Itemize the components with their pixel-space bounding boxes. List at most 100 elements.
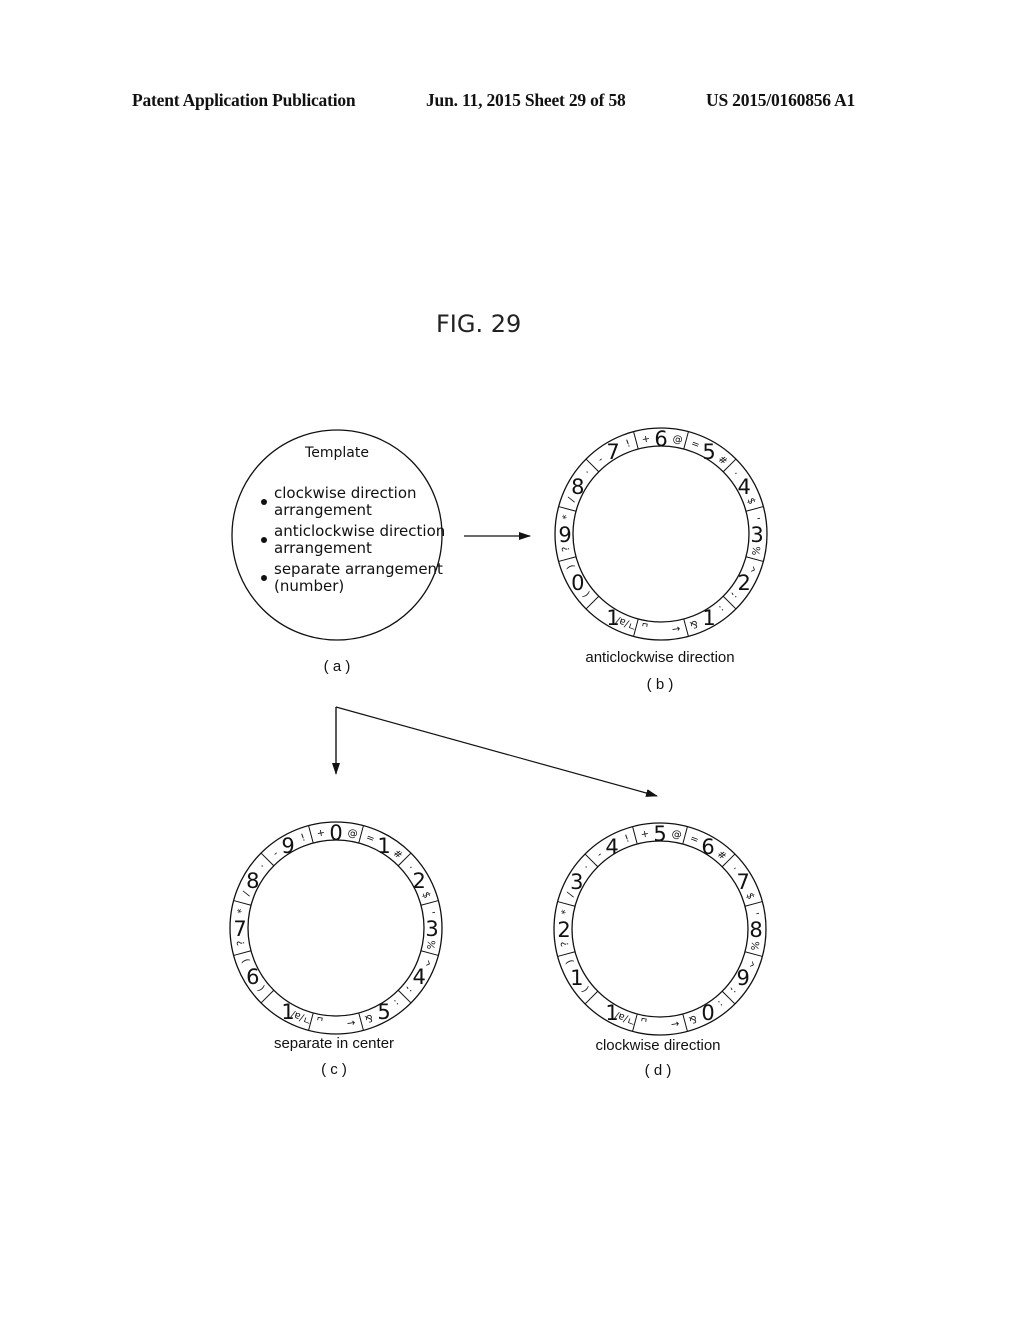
ring-key-segment[interactable]: ·2$	[405, 863, 432, 900]
ring-key-digit: 2	[557, 918, 570, 942]
ring-key-symbol: =	[689, 438, 701, 451]
ring-key-symbol: %	[424, 939, 436, 950]
ring-key-segment[interactable]: -4!	[595, 833, 631, 860]
ring-key-segment[interactable]: /3·	[565, 863, 592, 898]
ring-key-segment[interactable]: ?2*	[557, 909, 571, 947]
ring-key-symbol: &	[363, 1011, 374, 1024]
ring-segment-divider	[584, 990, 599, 1005]
panel-d-caption: clockwise direction	[595, 1037, 720, 1054]
ring-segment-divider	[721, 990, 736, 1005]
ring-key-segment[interactable]: ㄱ/a/1	[606, 606, 639, 632]
ring-key-digit: 7	[233, 917, 246, 941]
ring-segment-divider	[397, 989, 412, 1004]
figure-drawing: Template clockwise direction arrangement…	[229, 427, 768, 1079]
bullet-3-line-1: separate arrangement	[274, 560, 443, 578]
ring-key-digit: 6	[246, 965, 259, 989]
ring-key-symbol: +	[641, 434, 651, 446]
arrow-a-to-d	[335, 706, 658, 797]
ring-key-symbol: %	[748, 940, 760, 951]
ring-key-segment[interactable]: :1&	[688, 603, 726, 630]
ring-key-segment[interactable]: ·7$	[729, 864, 756, 901]
ring-key-symbol: :	[716, 603, 726, 614]
ring-segment-divider	[358, 825, 364, 844]
ring-key-digit: 2	[412, 869, 425, 893]
ring-key-symbol: #	[716, 454, 729, 468]
ring-segment-divider	[632, 826, 638, 845]
panel-b-keyboard-ring: +6 @ = 5 #·4$'3%^2;:1&←␣ㄱ/a/1(0)?9*/8·- 7!	[554, 427, 768, 641]
ring-key-digit: 1	[377, 834, 390, 858]
ring-key-digit: 1	[570, 966, 583, 990]
ring-key-segment[interactable]: ←␣	[639, 1017, 680, 1029]
template-heading: Template	[304, 445, 369, 461]
ring-key-digit: 8	[571, 475, 584, 499]
ring-key-symbol: *	[236, 908, 248, 915]
ring-key-segment[interactable]: (6)	[240, 957, 267, 993]
ring-key-segment[interactable]: ' 3%	[424, 911, 439, 950]
ring-segment-divider	[557, 951, 576, 957]
ring-key-digit: 8	[749, 918, 762, 942]
ring-segment-divider	[233, 950, 252, 956]
bullet-1-line-2: arrangement	[274, 501, 372, 519]
ring-key-digit: 6	[701, 835, 714, 859]
ring-key-segment[interactable]: (0)	[565, 563, 592, 599]
ring-key-segment[interactable]: /8·	[566, 468, 593, 503]
ring-key-segment[interactable]: :0&	[687, 998, 725, 1025]
panel-b-label: ( b )	[647, 676, 674, 693]
bullet-2-line-2: arrangement	[274, 539, 372, 557]
ring-key-symbol: &	[688, 617, 699, 630]
ring-segment-divider	[584, 853, 599, 868]
ring-key-segment[interactable]: ' 8%	[748, 912, 763, 951]
ring-segment-divider	[260, 852, 275, 867]
ring-key-symbol: !	[624, 833, 632, 845]
ring-key-symbol: +	[640, 829, 650, 841]
ring-key-segment[interactable]: :5&	[363, 997, 401, 1024]
ring-segment-divider	[682, 826, 688, 845]
ring-segment-divider	[308, 825, 314, 844]
panel-a-label: ( a )	[324, 658, 351, 675]
ring-segment-divider	[558, 556, 577, 562]
ring-key-digit: 9	[281, 834, 294, 858]
ring-key-digit: 4	[737, 475, 750, 499]
ring-key-symbol: ␣	[640, 622, 648, 634]
ring-key-segment[interactable]: ?9*	[558, 514, 572, 552]
ring-key-symbol: @	[672, 434, 684, 447]
ring-key-symbol: ␣	[639, 1017, 647, 1029]
bullet-dot	[261, 537, 267, 543]
ring-key-segment[interactable]: ?7*	[233, 908, 247, 946]
ring-key-symbol: !	[625, 438, 633, 450]
ring-key-symbol: '	[749, 912, 760, 916]
ring-segment-divider	[358, 1012, 364, 1031]
ring-key-symbol: )	[240, 957, 252, 965]
ring-key-digit: 8	[246, 869, 259, 893]
ring-key-digit: 7	[606, 440, 619, 464]
ring-segment-divider	[585, 458, 600, 473]
bullet-dot	[261, 575, 267, 581]
ring-key-digit: 2	[737, 571, 750, 595]
ring-key-segment[interactable]: -7!	[596, 438, 632, 465]
ring-key-symbol: ←	[346, 1016, 356, 1028]
ring-key-digit: 1	[281, 1000, 294, 1024]
ring-key-digit: 1	[702, 606, 715, 630]
ring-key-digit: 1	[605, 1001, 618, 1025]
ring-key-segment[interactable]: ←␣	[640, 622, 681, 634]
panel-b-caption: anticlockwise direction	[585, 649, 734, 666]
ring-segment-divider	[683, 618, 689, 637]
ring-key-segment[interactable]: ㄱ/a/1	[281, 1000, 314, 1026]
ring-key-symbol: ←	[671, 622, 681, 634]
ring-inner-circle	[247, 839, 425, 1017]
ring-key-segment[interactable]: (1)	[564, 958, 591, 994]
ring-key-segment[interactable]: ' 3%	[749, 517, 764, 556]
ring-key-segment[interactable]: ←␣	[315, 1016, 356, 1028]
ring-key-symbol: -	[596, 454, 606, 465]
ring-key-digit: 4	[605, 835, 618, 859]
ring-key-segment[interactable]: /8·	[241, 862, 268, 897]
ring-key-symbol: :	[715, 998, 725, 1009]
ring-key-segment[interactable]: ·4$	[730, 469, 757, 506]
ring-key-segment[interactable]: ㄱ/a/1	[605, 1001, 638, 1027]
ring-key-symbol: #	[715, 849, 728, 863]
ring-key-symbol: )	[565, 563, 577, 571]
panel-a: Template clockwise direction arrangement…	[231, 429, 445, 675]
ring-key-digit: 0	[329, 821, 342, 845]
ring-key-digit: 3	[425, 917, 438, 941]
ring-key-segment[interactable]: -9!	[271, 832, 307, 859]
